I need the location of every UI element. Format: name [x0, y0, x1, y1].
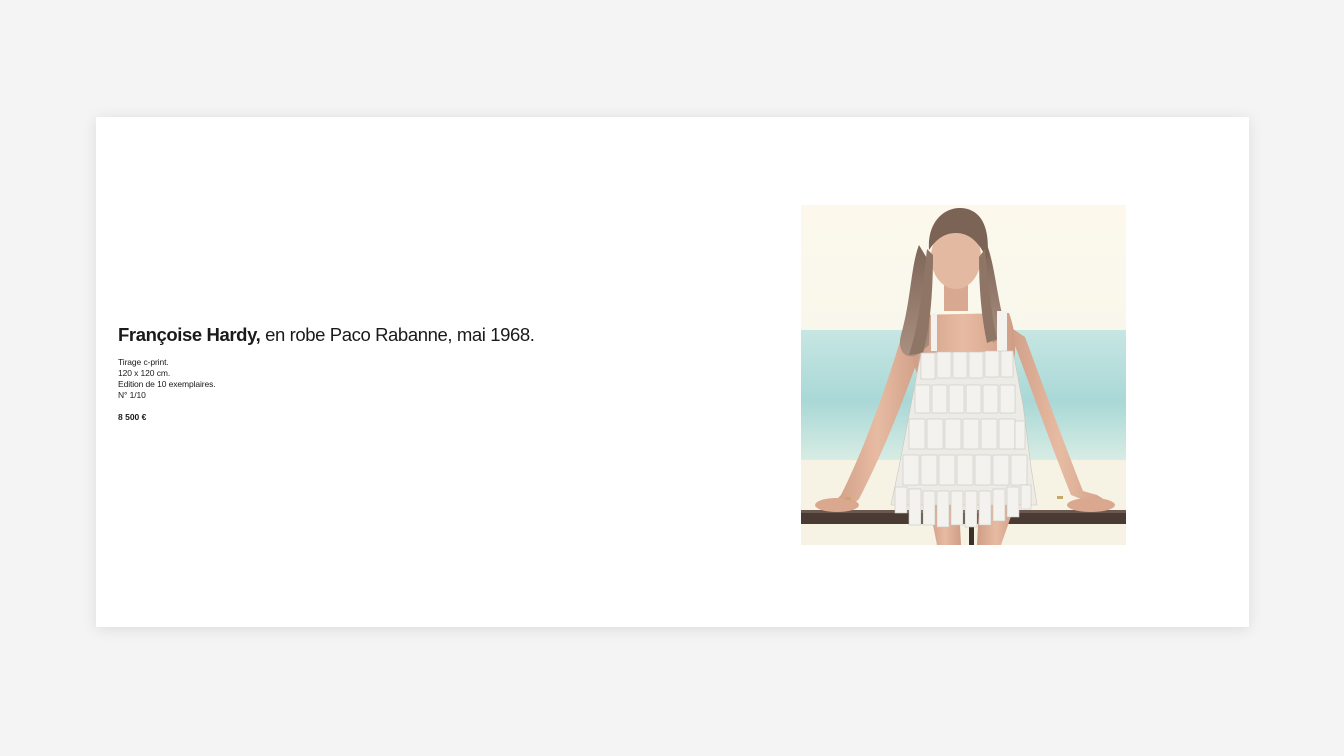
artwork-detail-size: 120 x 120 cm.	[118, 368, 171, 378]
artwork-detail-edition: Edition de 10 exemplaires.	[118, 379, 216, 389]
artwork-info: Françoise Hardy, en robe Paco Rabanne, m…	[118, 323, 718, 423]
artwork-title-rest: en robe Paco Rabanne, mai 1968.	[260, 324, 535, 345]
artwork-title: Françoise Hardy, en robe Paco Rabanne, m…	[118, 323, 718, 347]
artwork-card: Françoise Hardy, en robe Paco Rabanne, m…	[96, 117, 1249, 627]
artwork-detail-number: N° 1/10	[118, 390, 146, 400]
artwork-title-name: Françoise Hardy,	[118, 324, 261, 345]
artwork-detail-print: Tirage c-print.	[118, 357, 169, 367]
artwork-photo[interactable]	[801, 205, 1126, 545]
artwork-details: Tirage c-print. 120 x 120 cm. Edition de…	[118, 357, 718, 401]
artwork-price: 8 500 €	[118, 412, 147, 422]
photograph-image	[801, 205, 1126, 545]
